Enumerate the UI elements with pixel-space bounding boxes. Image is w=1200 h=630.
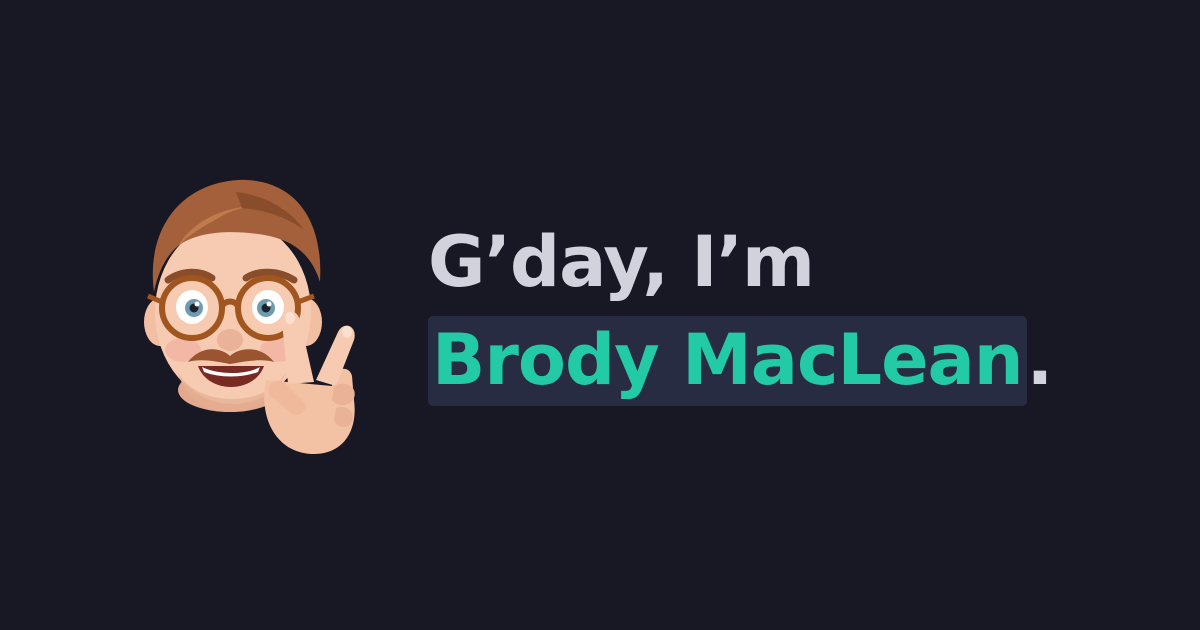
memoji-peace-sign-icon bbox=[144, 179, 355, 454]
greeting-text: G’day, I’m bbox=[428, 221, 815, 303]
headline: G’day, I’m Brody MacLean. bbox=[428, 218, 1054, 406]
name-line: Brody MacLean. bbox=[428, 316, 1054, 406]
hero-card: G’day, I’m Brody MacLean. bbox=[0, 0, 1200, 630]
name-text: Brody MacLean bbox=[428, 316, 1027, 406]
name-period: . bbox=[1026, 319, 1054, 401]
